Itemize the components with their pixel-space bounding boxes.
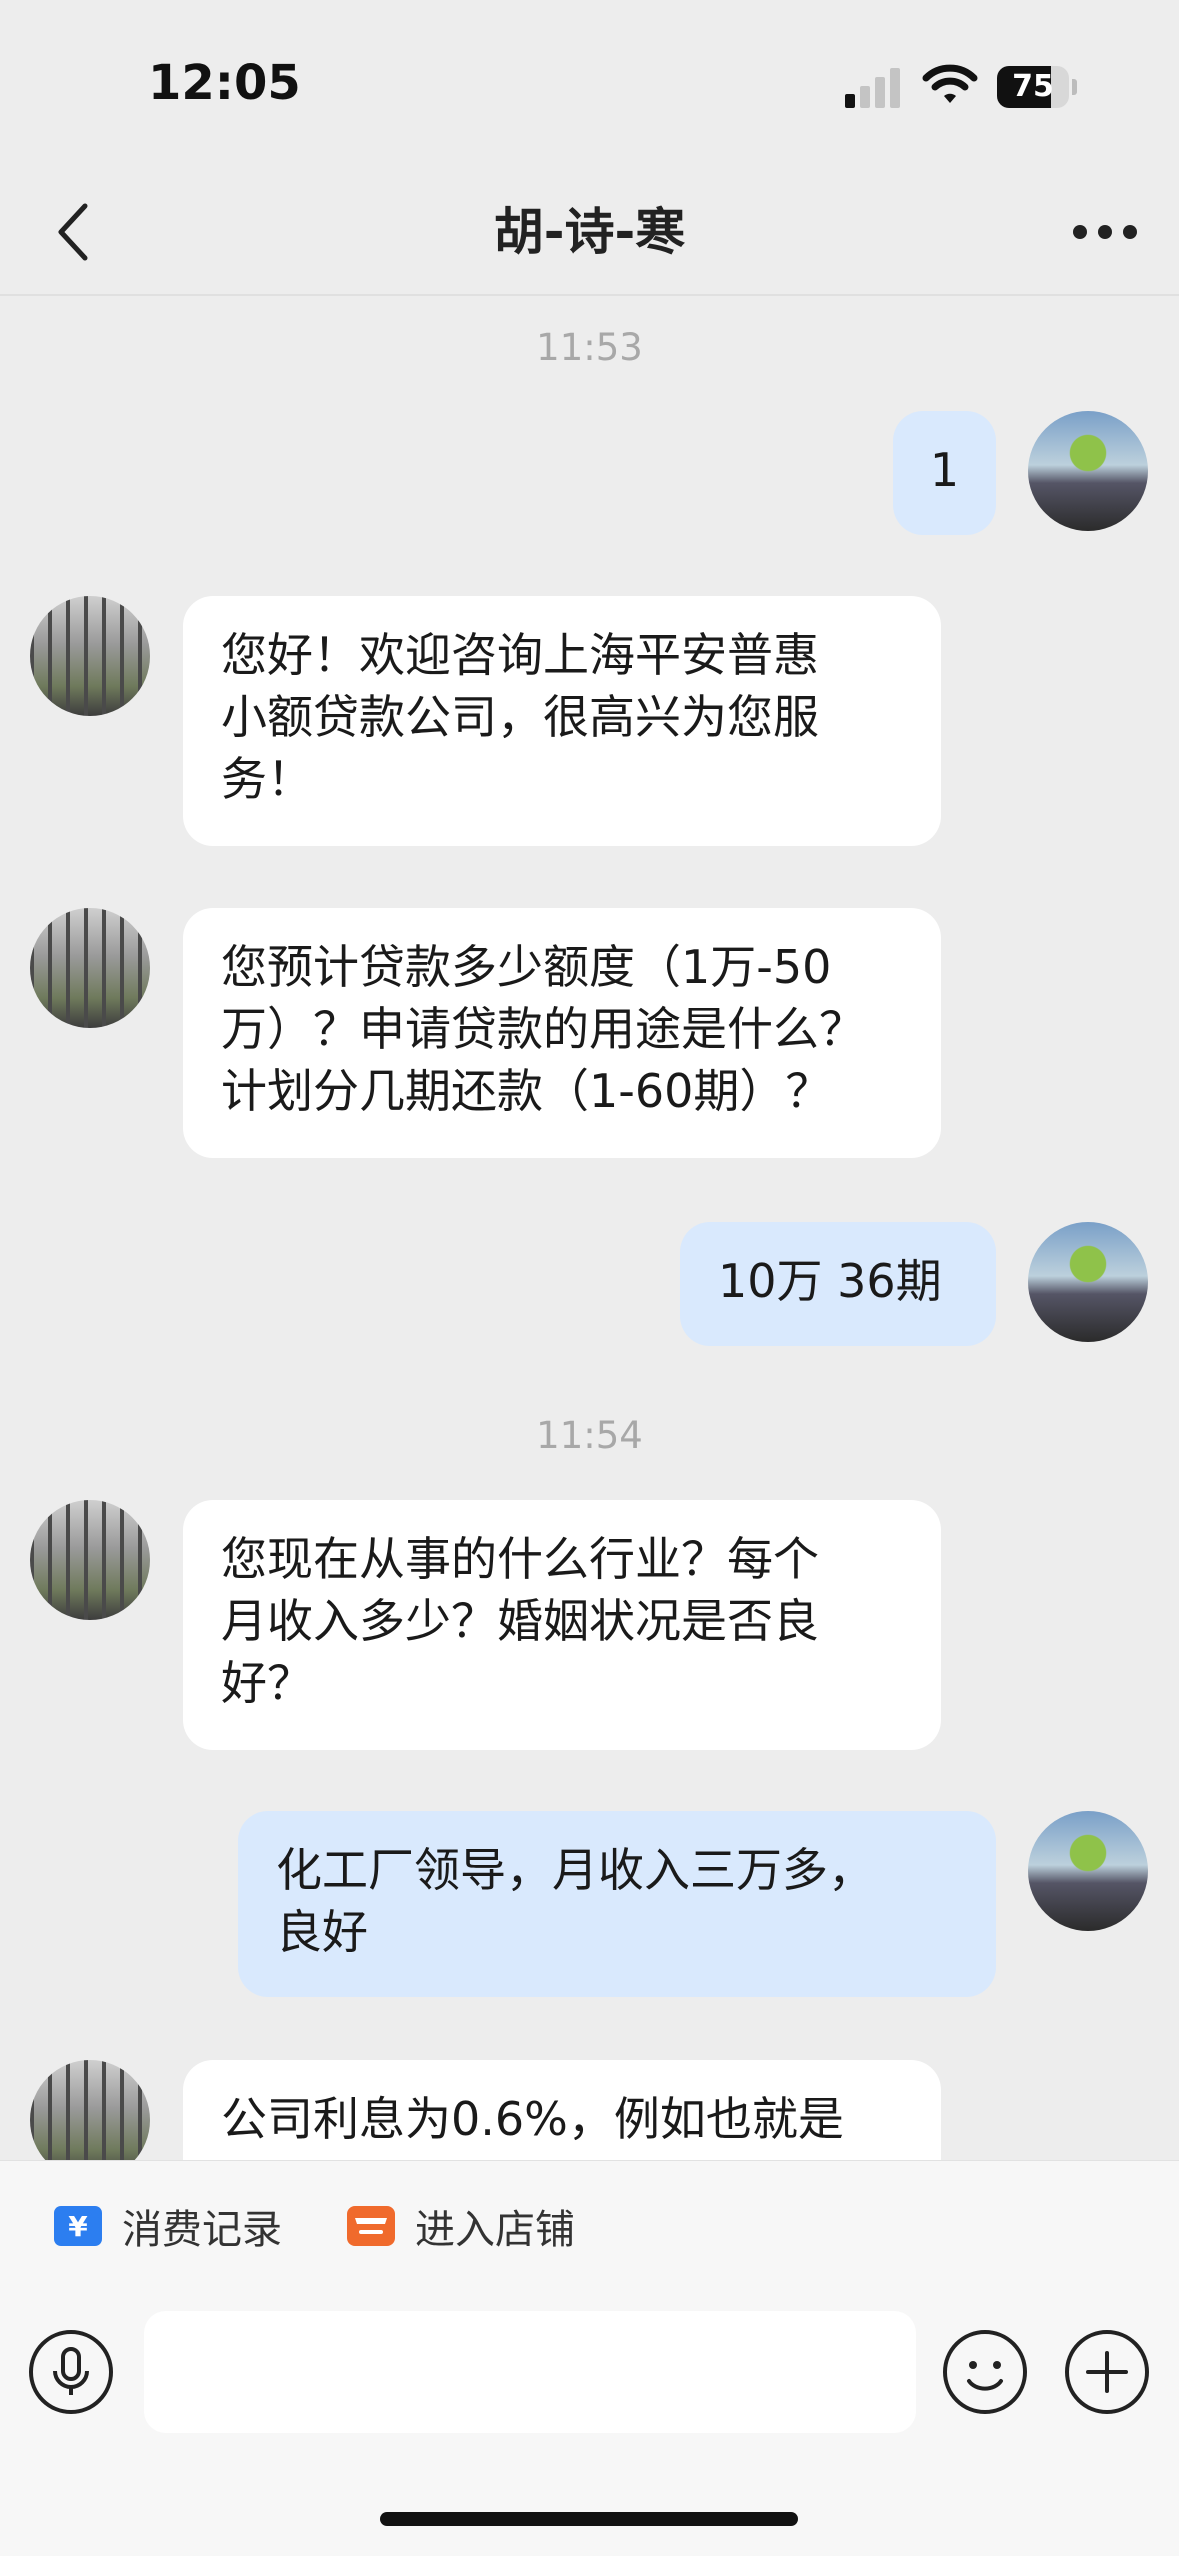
yuan-receipt-icon: ¥ <box>54 2206 102 2246</box>
self-avatar[interactable] <box>1028 411 1148 531</box>
self-avatar[interactable] <box>1028 1222 1148 1342</box>
status-time: 12:05 <box>148 55 301 111</box>
wifi-icon <box>922 64 978 103</box>
enter-store-label: 进入店铺 <box>415 2207 575 2253</box>
status-bar: 12:05 75 <box>0 0 1179 170</box>
composer-bar: ¥ 消费记录 进入店铺 <box>0 2160 1179 2556</box>
message-bubble-self[interactable]: 化工厂领导，月收入三万多， 良好 <box>238 1811 996 1997</box>
message-bubble-agent[interactable]: 公司利息为0.6%，例如也就是 <box>183 2060 941 2160</box>
more-dots-icon[interactable] <box>1070 216 1140 248</box>
enter-store-button[interactable]: 进入店铺 <box>345 2191 575 2261</box>
message-list[interactable]: 11:53 1 您好！欢迎咨询上海平安普惠 小额贷款公司，很高兴为您服 务！ 您… <box>0 296 1179 2160</box>
agent-avatar[interactable] <box>30 908 150 1028</box>
timestamp: 11:54 <box>536 1414 643 1457</box>
battery-level: 75 <box>1012 69 1054 104</box>
message-bubble-agent[interactable]: 您现在从事的什么行业？每个 月收入多少？婚姻状况是否良 好？ <box>183 1500 941 1750</box>
timestamp: 11:53 <box>536 326 643 369</box>
chevron-left-icon[interactable] <box>45 196 105 268</box>
svg-text:¥: ¥ <box>68 2210 88 2243</box>
nav-bar: 胡-诗-寒 <box>0 170 1179 296</box>
home-indicator[interactable] <box>380 2512 798 2526</box>
chat-screen: 12:05 75 胡-诗-寒 11:53 1 您好！欢迎咨询上海平安普惠 小额贷… <box>0 0 1179 2556</box>
self-avatar[interactable] <box>1028 1811 1148 1931</box>
message-bubble-self[interactable]: 1 <box>893 411 996 535</box>
message-input[interactable] <box>144 2311 916 2433</box>
message-bubble-agent[interactable]: 您预计贷款多少额度（1万-50 万）？申请贷款的用途是什么？ 计划分几期还款（1… <box>183 908 941 1158</box>
cellular-signal-icon <box>845 68 900 108</box>
battery-icon: 75 <box>997 66 1077 108</box>
voice-input-icon[interactable] <box>28 2329 114 2415</box>
purchase-history-button[interactable]: ¥ 消费记录 <box>52 2191 282 2261</box>
agent-avatar[interactable] <box>30 1500 150 1620</box>
message-bubble-agent[interactable]: 您好！欢迎咨询上海平安普惠 小额贷款公司，很高兴为您服 务！ <box>183 596 941 846</box>
agent-avatar[interactable] <box>30 596 150 716</box>
message-bubble-self[interactable]: 10万 36期 <box>680 1222 996 1346</box>
agent-avatar[interactable] <box>30 2060 150 2160</box>
store-icon <box>347 2206 395 2246</box>
plus-icon[interactable] <box>1064 2329 1150 2415</box>
purchase-history-label: 消费记录 <box>122 2207 282 2253</box>
emoji-icon[interactable] <box>942 2329 1028 2415</box>
chat-title: 胡-诗-寒 <box>493 203 686 261</box>
